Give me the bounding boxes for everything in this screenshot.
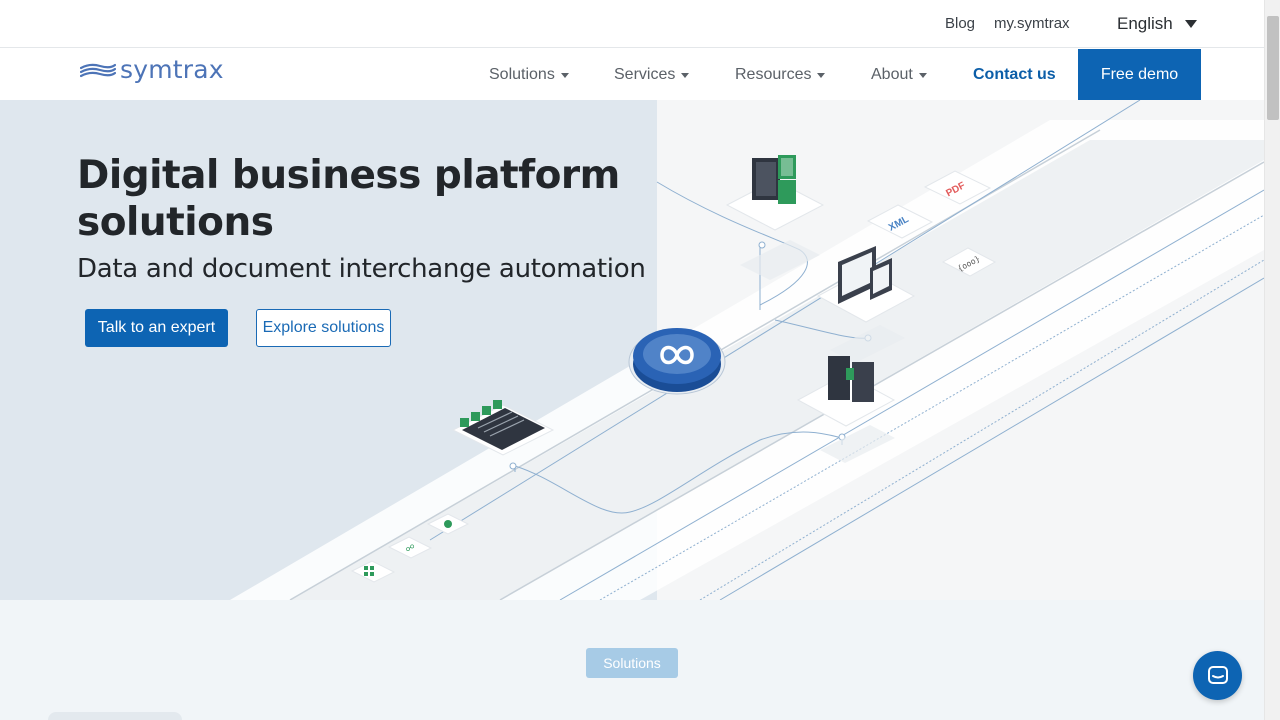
caret-down-icon: [918, 72, 927, 78]
caret-down-icon: [560, 72, 569, 78]
nav-services-label: Services: [614, 66, 676, 83]
contact-us-link[interactable]: Contact us: [973, 66, 1056, 84]
symtrax-logo[interactable]: symtrax: [80, 55, 224, 84]
talk-to-expert-button[interactable]: Talk to an expert: [85, 309, 228, 347]
hero-subtitle: Data and document interchange automation: [77, 254, 646, 284]
logo-text: symtrax: [120, 55, 224, 84]
utility-bar: Blog my.symtrax English: [0, 0, 1264, 48]
hero-title: Digital business platform solutions: [77, 153, 620, 245]
language-label: English: [1117, 14, 1173, 33]
my-symtrax-link[interactable]: my.symtrax: [994, 15, 1070, 32]
main-navigation: symtrax Solutions Services Resources Abo…: [0, 49, 1264, 100]
language-selector[interactable]: English: [1117, 14, 1197, 34]
section-card-edge: [48, 712, 182, 720]
nav-resources-label: Resources: [735, 66, 812, 83]
chat-bubble-icon: [1207, 665, 1228, 684]
page-scrollbar[interactable]: [1264, 0, 1280, 720]
explore-solutions-button[interactable]: Explore solutions: [256, 309, 391, 347]
triangle-down-icon: [1184, 20, 1197, 28]
solutions-section-button[interactable]: Solutions: [586, 648, 678, 678]
nav-about-label: About: [871, 66, 913, 83]
nav-about[interactable]: About: [871, 66, 927, 84]
chat-launcher-button[interactable]: [1193, 651, 1242, 700]
svg-text:☍: ☍: [405, 544, 414, 554]
free-demo-button[interactable]: Free demo: [1078, 49, 1201, 100]
caret-down-icon: [817, 72, 826, 78]
solutions-section: Solutions: [0, 600, 1264, 720]
nav-solutions-label: Solutions: [489, 66, 555, 83]
caret-down-icon: [681, 72, 690, 78]
nav-services[interactable]: Services: [614, 66, 690, 84]
archive-node: [725, 155, 825, 280]
scrollbar-thumb[interactable]: [1267, 16, 1279, 120]
nav-resources[interactable]: Resources: [735, 66, 826, 84]
nav-solutions[interactable]: Solutions: [489, 66, 569, 84]
hero-section: PDF XML {ooo} ☍ Digital business platfor…: [0, 100, 1264, 600]
waves-icon: [80, 63, 116, 77]
blog-link[interactable]: Blog: [945, 15, 975, 32]
